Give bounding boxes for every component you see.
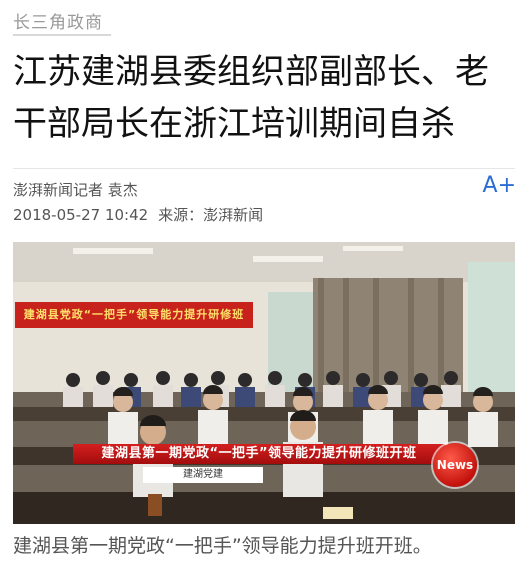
article-headline: 江苏建湖县委组织部副部长、老干部局长在浙江培训期间自杀 — [13, 52, 489, 144]
article-meta: 2018-05-27 10:42 来源：澎湃新闻 — [13, 204, 273, 225]
channel-label[interactable]: 长三角政商 — [13, 8, 103, 33]
article-source: 来源：澎湃新闻 — [158, 206, 264, 224]
article-author: 澎湃新闻记者 袁杰 — [13, 181, 138, 199]
photo-caption: 建湖县第一期党政“一把手”领导能力提升班开班。 — [13, 535, 432, 557]
article-photo: 建湖县党政“一把手”领导能力提升研修班 建湖县第一期党政“一把手”领导能力提升研… — [13, 242, 515, 524]
news-logo: News — [433, 443, 477, 487]
divider — [13, 168, 515, 169]
channel-underline — [13, 34, 111, 36]
news-ticker-source: 建湖党建 — [143, 467, 263, 483]
article-date: 2018-05-27 10:42 — [13, 206, 149, 224]
photo-banner: 建湖县党政“一把手”领导能力提升研修班 — [15, 302, 253, 328]
news-ticker: 建湖县第一期党政“一把手”领导能力提升研修班开班 — [73, 444, 445, 464]
font-size-button[interactable]: A+ — [483, 173, 516, 198]
